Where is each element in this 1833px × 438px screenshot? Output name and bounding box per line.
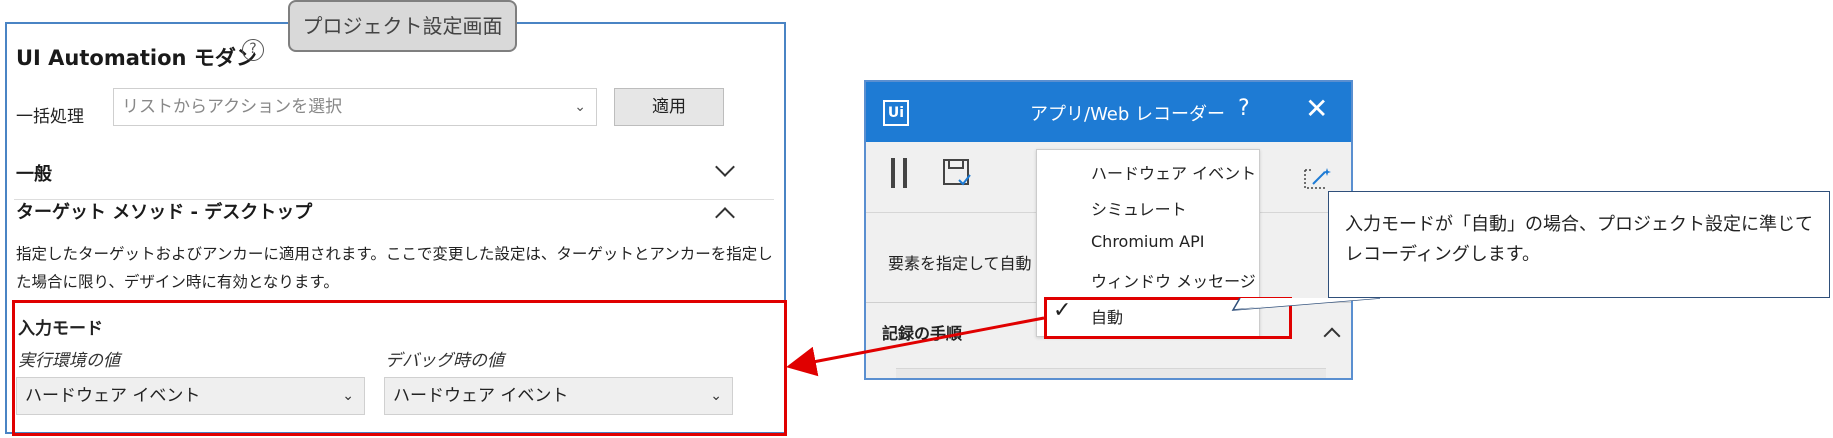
connector-arrow [786,316,1045,377]
annotation-overlay [786,297,1381,377]
